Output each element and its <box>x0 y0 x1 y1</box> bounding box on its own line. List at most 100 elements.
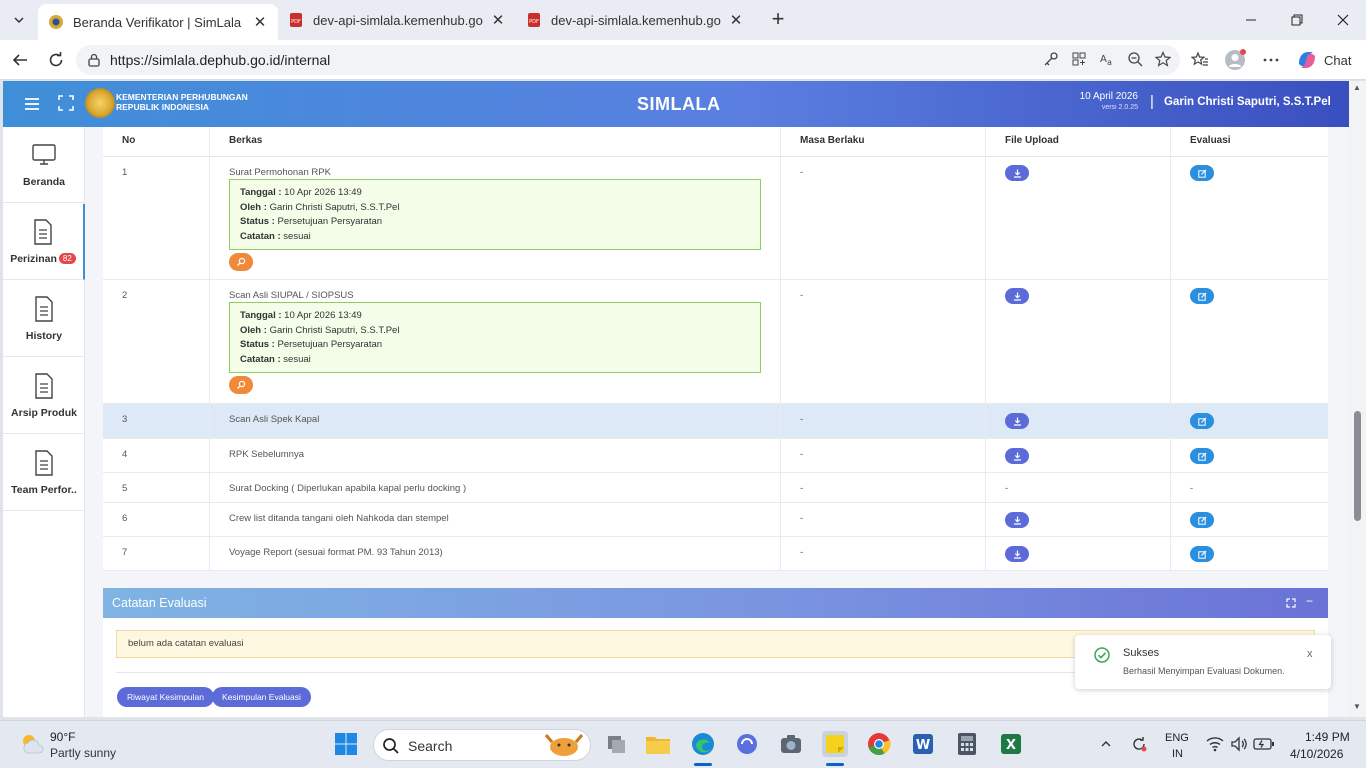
tab-close-icon[interactable]: ✕ <box>728 12 744 29</box>
evaluate-button[interactable] <box>1190 448 1214 464</box>
password-key-icon[interactable] <box>1040 48 1062 70</box>
download-button[interactable] <box>1005 413 1029 429</box>
document-icon <box>31 295 57 322</box>
taskbar-date[interactable]: 4/10/2026 <box>1290 747 1343 761</box>
evaluate-button[interactable] <box>1190 546 1214 562</box>
new-tab-plus-icon[interactable]: + <box>766 8 790 32</box>
sidebar-item-history[interactable]: History <box>3 281 85 357</box>
row-number: 3 <box>103 404 210 438</box>
file-explorer-icon[interactable] <box>645 731 671 757</box>
sidebar-item-beranda[interactable]: Beranda <box>3 127 85 203</box>
profile-avatar-icon[interactable] <box>1223 48 1247 72</box>
volume-icon[interactable] <box>1228 731 1250 757</box>
scroll-down-arrow-icon[interactable]: ▼ <box>1353 702 1361 711</box>
more-options-icon[interactable] <box>1259 48 1283 72</box>
download-button[interactable] <box>1005 546 1029 562</box>
download-button[interactable] <box>1005 448 1029 464</box>
chrome-browser-icon[interactable] <box>866 731 892 757</box>
search-placeholder: Search <box>408 738 453 754</box>
partly-sunny-icon[interactable] <box>18 730 46 758</box>
tab-title: dev-api-simlala.kemenhub.go.id/a <box>313 12 484 28</box>
tab-close-icon[interactable]: ✕ <box>252 14 268 31</box>
edit-icon <box>1197 516 1206 525</box>
tab-close-icon[interactable]: ✕ <box>490 12 506 29</box>
info-oleh: Garin Christi Saputri, S.S.T.Pel <box>269 201 400 213</box>
edge-browser-icon[interactable] <box>690 731 716 757</box>
browser-tab-simlala[interactable]: Beranda Verifikator | SimLala ✕ <box>38 4 278 40</box>
back-arrow-icon[interactable] <box>8 48 32 72</box>
evaluate-button[interactable] <box>1190 165 1214 181</box>
column-header-evaluasi: Evaluasi <box>1190 135 1231 146</box>
taskbar-search-input[interactable]: Search <box>373 729 591 761</box>
hamburger-menu-icon[interactable] <box>23 95 41 113</box>
download-icon <box>1013 516 1021 525</box>
svg-text:A: A <box>1100 54 1107 65</box>
toast-close-icon[interactable]: x <box>1307 648 1313 660</box>
tab-list-chevron-icon[interactable] <box>8 9 30 31</box>
minimize-icon[interactable]: − <box>1306 594 1313 608</box>
active-app-indicator <box>694 763 712 766</box>
translate-icon[interactable]: Aa <box>1096 48 1118 70</box>
evaluation-card-title: Catatan Evaluasi <box>112 596 207 610</box>
sync-status-icon[interactable] <box>1128 731 1150 757</box>
pdf-favicon-icon: PDF <box>288 12 304 28</box>
input-language[interactable]: ENG <box>1165 732 1189 744</box>
header-version: versi 2.0.25 <box>1101 104 1138 111</box>
sidebar-item-arsip-produk[interactable]: Arsip Produk <box>3 358 85 434</box>
window-minimize-icon[interactable] <box>1228 0 1274 40</box>
chat-label: Chat <box>1324 52 1352 68</box>
sidebar-item-perizinan[interactable]: Perizinan 82 <box>3 204 85 280</box>
excel-app-icon[interactable]: X <box>998 731 1024 757</box>
task-view-icon[interactable] <box>603 731 629 757</box>
download-button[interactable] <box>1005 288 1029 304</box>
wifi-icon[interactable] <box>1204 731 1226 757</box>
fullscreen-icon[interactable] <box>58 95 74 111</box>
zoom-out-icon[interactable] <box>1124 48 1146 70</box>
sidebar-item-label: Perizinan <box>10 252 57 265</box>
evaluate-button[interactable] <box>1190 413 1214 429</box>
favorites-icon[interactable] <box>1188 48 1212 72</box>
org-line-2: REPUBLIK INDONESIA <box>116 102 210 112</box>
browser-tab-pdf-2[interactable]: PDF dev-api-simlala.kemenhub.go.id/a ✕ <box>516 4 754 36</box>
taskbar-time[interactable]: 1:49 PM <box>1305 730 1350 744</box>
show-hidden-icons-chevron-icon[interactable] <box>1096 731 1116 757</box>
favorite-star-icon[interactable] <box>1152 48 1174 70</box>
maximize-icon[interactable] <box>1286 598 1296 608</box>
sidebar: Beranda Perizinan 82 History Arsip Produk… <box>3 127 85 717</box>
header-user-name[interactable]: Garin Christi Saputri, S.S.T.Pel <box>1164 96 1331 108</box>
window-restore-icon[interactable] <box>1274 0 1320 40</box>
search-zoom-button[interactable] <box>229 253 253 271</box>
browser-tab-pdf-1[interactable]: PDF dev-api-simlala.kemenhub.go.id/a ✕ <box>278 4 516 36</box>
calculator-icon[interactable] <box>954 731 980 757</box>
download-button[interactable] <box>1005 165 1029 181</box>
kesimpulan-evaluasi-button[interactable]: Kesimpulan Evaluasi <box>212 687 311 707</box>
scrollbar-thumb[interactable] <box>1354 411 1361 521</box>
sticky-notes-icon[interactable] <box>822 731 848 757</box>
reload-icon[interactable] <box>44 48 68 72</box>
monitor-icon <box>31 142 57 168</box>
svg-text:PDF: PDF <box>291 19 301 25</box>
edit-icon <box>1197 292 1206 301</box>
scroll-up-arrow-icon[interactable]: ▲ <box>1353 83 1361 92</box>
document-name: Surat Permohonan RPK <box>229 167 331 178</box>
camera-app-icon[interactable] <box>778 731 804 757</box>
input-region[interactable]: IN <box>1172 748 1183 760</box>
evaluate-button[interactable] <box>1190 288 1214 304</box>
copilot-chat-button[interactable]: Chat <box>1296 47 1351 73</box>
site-info-icon[interactable] <box>86 52 102 68</box>
windows-start-icon[interactable] <box>333 731 359 757</box>
browser-address-bar: https://simlala.dephub.go.id/internal Aa… <box>0 40 1366 80</box>
riwayat-kesimpulan-button[interactable]: Riwayat Kesimpulan <box>117 687 215 707</box>
copilot-taskbar-icon[interactable] <box>734 731 760 757</box>
url-field[interactable]: https://simlala.dephub.go.id/internal Aa <box>76 45 1180 75</box>
page-scrollbar[interactable]: ▲ ▼ <box>1349 81 1366 717</box>
download-button[interactable] <box>1005 512 1029 528</box>
sidebar-item-team-performance[interactable]: Team Perfor.. <box>3 435 85 511</box>
apps-grid-icon[interactable] <box>1068 48 1090 70</box>
search-zoom-button[interactable] <box>229 376 253 394</box>
evaluate-button[interactable] <box>1190 512 1214 528</box>
battery-icon[interactable] <box>1252 731 1276 757</box>
window-close-icon[interactable] <box>1320 0 1366 40</box>
word-app-icon[interactable]: W <box>910 731 936 757</box>
svg-text:W: W <box>916 738 930 753</box>
